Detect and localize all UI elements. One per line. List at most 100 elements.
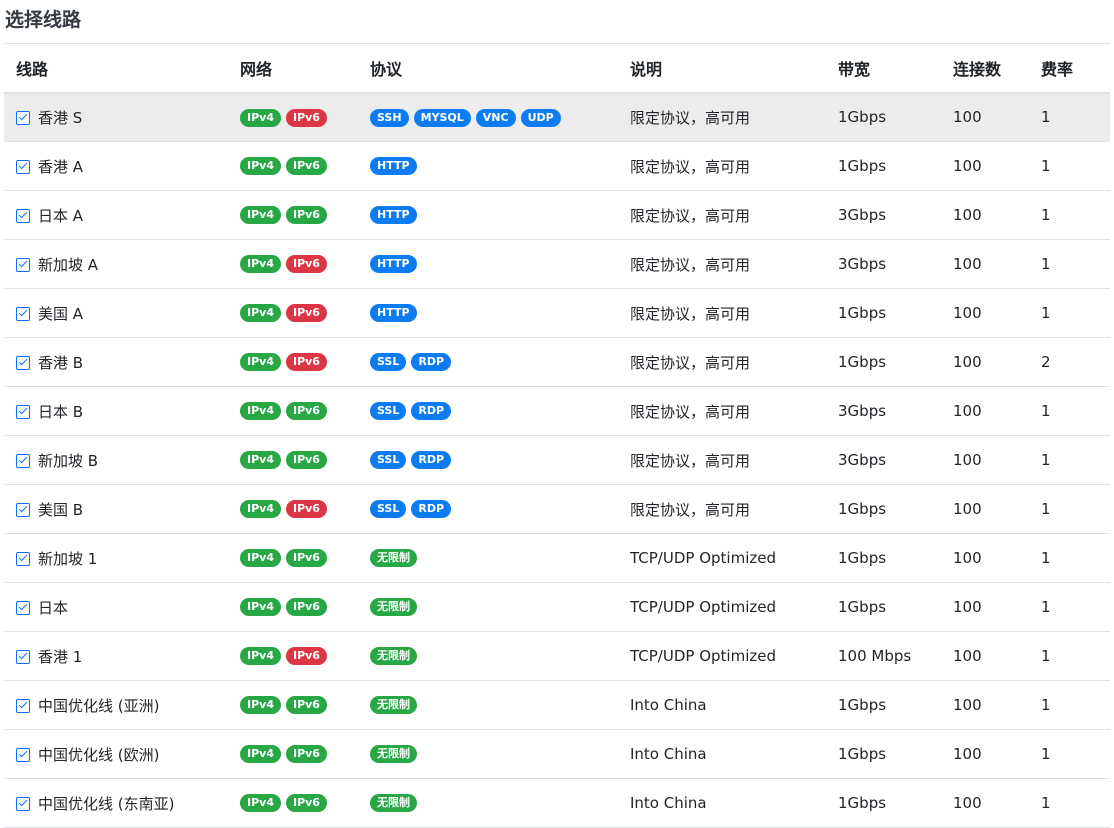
table-row[interactable]: 香港 1 IPv4 IPv6 无限制 TCP/UDP Optimized 100 Mbps… <box>4 632 1110 681</box>
protocol-cell: SSH MYSQL VNC UDP <box>370 93 630 142</box>
bandwidth-cell: 3Gbps <box>838 206 887 224</box>
bandwidth-cell: 1Gbps <box>838 598 887 616</box>
protocol-cell: HTTP <box>370 191 630 240</box>
line-name: 香港 A <box>38 157 84 176</box>
table-row[interactable]: 日本 IPv4 IPv6 无限制 TCP/UDP Optimized 1Gbps 100 1 <box>4 583 1110 632</box>
network-cell: IPv4 IPv6 <box>240 632 370 681</box>
table-row[interactable]: 日本 A IPv4 IPv6 HTTP 限定协议，高可用 3Gbps 100 1 <box>4 191 1110 240</box>
header-bandwidth: 带宽 <box>838 59 871 79</box>
row-checkbox[interactable] <box>16 698 30 713</box>
table-row[interactable]: 香港 B IPv4 IPv6 SSL RDP 限定协议，高可用 1Gbps 100 2 <box>4 338 1110 387</box>
row-checkbox[interactable] <box>16 306 30 321</box>
row-checkbox[interactable] <box>16 747 30 762</box>
line-cell: 新加坡 B <box>4 436 240 485</box>
description-cell: Into China <box>630 794 707 812</box>
network-badge: IPv6 <box>285 108 327 127</box>
network-badge: IPv4 <box>240 108 281 127</box>
network-badge: IPv6 <box>285 598 327 617</box>
row-checkbox[interactable] <box>16 796 30 811</box>
rate-cell: 1 <box>1041 402 1051 420</box>
table-row[interactable]: 日本 B IPv4 IPv6 SSL RDP 限定协议，高可用 3Gbps 100 1 <box>4 387 1110 436</box>
description-cell: 限定协议，高可用 <box>630 500 751 519</box>
line-cell: 新加坡 A <box>4 240 240 289</box>
row-checkbox[interactable] <box>16 551 30 566</box>
network-badge: IPv6 <box>285 696 327 715</box>
network-cell: IPv4 IPv6 <box>240 240 370 289</box>
protocol-cell: 无限制 <box>370 681 630 730</box>
protocol-cell: SSL RDP <box>370 387 630 436</box>
network-cell: IPv4 IPv6 <box>240 289 370 338</box>
protocol-badge: HTTP <box>370 304 417 323</box>
rate-cell: 1 <box>1041 451 1051 469</box>
line-cell: 日本 <box>4 583 240 632</box>
row-checkbox[interactable] <box>16 404 30 419</box>
rate-cell: 1 <box>1041 108 1051 127</box>
description-cell: 限定协议，高可用 <box>630 157 751 176</box>
line-name: 日本 A <box>38 206 84 225</box>
table-row[interactable]: 中国优化线 (亚洲) IPv4 IPv6 无限制 Into China 1Gbps 100 1 <box>4 681 1110 730</box>
row-checkbox[interactable] <box>16 159 30 174</box>
header-protocol: 协议 <box>370 59 403 79</box>
row-checkbox[interactable] <box>16 208 30 223</box>
network-cell: IPv4 IPv6 <box>240 730 370 779</box>
protocol-cell: HTTP <box>370 289 630 338</box>
description-cell: TCP/UDP Optimized <box>630 598 776 616</box>
line-name: 香港 S <box>38 108 83 127</box>
protocol-badge: HTTP <box>370 206 417 225</box>
table-row[interactable]: 美国 A IPv4 IPv6 HTTP 限定协议，高可用 1Gbps 100 1 <box>4 289 1110 338</box>
table-row[interactable]: 中国优化线 (欧洲) IPv4 IPv6 无限制 Into China 1Gbps 100 1 <box>4 730 1110 779</box>
network-badge: IPv6 <box>285 794 327 813</box>
network-badge: IPv6 <box>285 304 327 323</box>
row-checkbox[interactable] <box>16 355 30 370</box>
description-cell: 限定协议，高可用 <box>630 108 751 127</box>
protocol-cell: 无限制 <box>370 534 630 583</box>
protocol-cell: 无限制 <box>370 730 630 779</box>
network-badge: IPv4 <box>240 549 281 568</box>
table-row[interactable]: 新加坡 1 IPv4 IPv6 无限制 TCP/UDP Optimized 1Gbps 10… <box>4 534 1110 583</box>
row-checkbox[interactable] <box>16 110 30 125</box>
rate-cell: 1 <box>1041 794 1051 812</box>
table-row[interactable]: 新加坡 B IPv4 IPv6 SSL RDP 限定协议，高可用 3Gbps 100 1 <box>4 436 1110 485</box>
network-badge: IPv4 <box>240 255 281 274</box>
header-rate: 费率 <box>1041 59 1074 79</box>
connections-cell: 100 <box>953 647 982 665</box>
table-row[interactable]: 香港 S IPv4 IPv6 SSH MYSQL VNC UDP 限定协议，高可用 1Gbps 1… <box>4 92 1110 142</box>
network-badge: IPv6 <box>285 157 327 176</box>
header-description: 说明 <box>630 59 663 79</box>
rate-cell: 1 <box>1041 745 1051 763</box>
table-row[interactable]: 中国优化线 (东南亚) IPv4 IPv6 无限制 Into China 1Gbps 100… <box>4 779 1110 828</box>
line-cell: 日本 A <box>4 191 240 240</box>
row-checkbox[interactable] <box>16 502 30 517</box>
protocol-cell: 无限制 <box>370 779 630 828</box>
rate-cell: 1 <box>1041 549 1051 567</box>
row-checkbox[interactable] <box>16 600 30 615</box>
connections-cell: 100 <box>953 451 982 469</box>
description-cell: 限定协议，高可用 <box>630 304 751 323</box>
connections-cell: 100 <box>953 353 982 371</box>
row-checkbox[interactable] <box>16 257 30 272</box>
line-cell: 美国 A <box>4 289 240 338</box>
table-body: 香港 S IPv4 IPv6 SSH MYSQL VNC UDP 限定协议，高可用 1Gbps 1… <box>4 92 1110 828</box>
row-checkbox[interactable] <box>16 453 30 468</box>
bandwidth-cell: 100 Mbps <box>838 647 912 665</box>
protocol-badge: 无限制 <box>370 598 417 617</box>
network-badge: IPv4 <box>240 696 281 715</box>
line-name: 新加坡 B <box>38 451 99 470</box>
table-row[interactable]: 香港 A IPv4 IPv6 HTTP 限定协议，高可用 1Gbps 100 1 <box>4 142 1110 191</box>
network-badge: IPv4 <box>240 353 281 372</box>
protocol-badge: SSL <box>370 353 407 372</box>
bandwidth-cell: 3Gbps <box>838 255 887 273</box>
network-badge: IPv4 <box>240 647 281 666</box>
header-row: 线路 网络 协议 说明 带宽 连接数 费率 <box>4 43 1110 93</box>
network-badge: IPv4 <box>240 794 281 813</box>
network-badge: IPv6 <box>285 402 327 421</box>
table-row[interactable]: 美国 B IPv4 IPv6 SSL RDP 限定协议，高可用 1Gbps 100 1 <box>4 485 1110 534</box>
table-row[interactable]: 新加坡 A IPv4 IPv6 HTTP 限定协议，高可用 3Gbps 100 1 <box>4 240 1110 289</box>
connections-cell: 100 <box>953 598 982 616</box>
row-checkbox[interactable] <box>16 649 30 664</box>
connections-cell: 100 <box>953 157 982 175</box>
connections-cell: 100 <box>953 745 982 763</box>
rate-cell: 1 <box>1041 157 1051 175</box>
bandwidth-cell: 1Gbps <box>838 353 887 371</box>
description-cell: 限定协议，高可用 <box>630 353 751 372</box>
